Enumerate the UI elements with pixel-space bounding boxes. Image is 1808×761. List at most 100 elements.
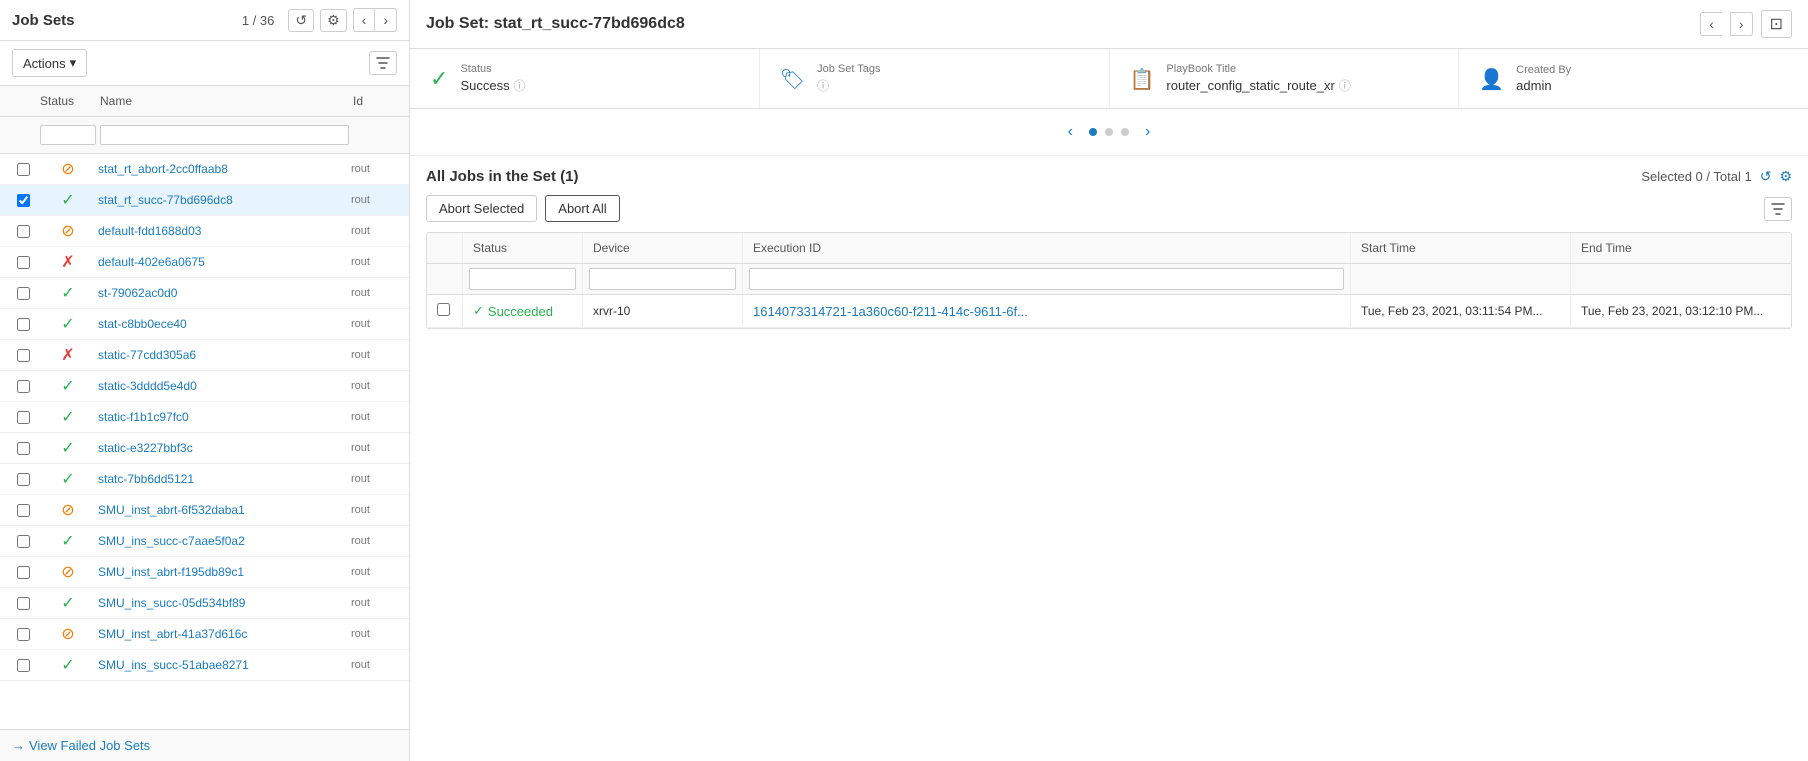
table-row[interactable]: ✓ SMU_ins_succ-51abae8271 rout xyxy=(0,650,409,681)
detail-card-1: 🏷 Job Set Tags ⓘ xyxy=(760,49,1110,108)
status-aborted-icon: ⊘ xyxy=(61,221,74,241)
status-success-icon: ✓ xyxy=(61,655,74,675)
abort-all-button[interactable]: Abort All xyxy=(545,195,619,222)
right-nav-prev[interactable]: ‹ xyxy=(1700,12,1722,36)
row-checkbox[interactable] xyxy=(17,535,30,548)
table-row[interactable]: ✓ statc-7bb6dd5121 rout xyxy=(0,464,409,495)
jobs-title: All Jobs in the Set (1) xyxy=(426,168,579,185)
table-header: Status Name Id xyxy=(0,86,409,117)
jobs-row-status: ✓ Succeeded xyxy=(463,295,583,327)
jobs-row-checkbox[interactable] xyxy=(437,303,450,316)
row-id: rout xyxy=(351,535,401,547)
status-success-icon: ✓ xyxy=(61,407,74,427)
row-checkbox[interactable] xyxy=(17,256,30,269)
jobs-data-body: ✓ Succeeded xrvr-10 1614073314721-1a360c… xyxy=(427,295,1791,328)
info-icon[interactable]: ⓘ xyxy=(514,77,526,94)
row-id: rout xyxy=(351,659,401,671)
table-row[interactable]: ✓ static-f1b1c97fc0 rout xyxy=(0,402,409,433)
row-name: stat_rt_succ-77bd696dc8 xyxy=(98,193,351,207)
detail-card-0: ✓ Status Successⓘ xyxy=(410,49,760,108)
jobs-device-filter[interactable] xyxy=(589,268,736,290)
jobs-execid-filter[interactable] xyxy=(749,268,1344,290)
info-icon[interactable]: ⓘ xyxy=(817,77,829,94)
right-header: Job Set: stat_rt_succ-77bd696dc8 ‹ › ⊡ xyxy=(410,0,1808,49)
row-name: statc-7bb6dd5121 xyxy=(98,472,351,486)
row-id: rout xyxy=(351,256,401,268)
table-row[interactable]: ⊘ SMU_inst_abrt-41a37d616c rout xyxy=(0,619,409,650)
status-success-icon: ✓ xyxy=(61,593,74,613)
row-checkbox[interactable] xyxy=(17,225,30,238)
actions-button[interactable]: Actions ▾ xyxy=(12,49,87,77)
jobs-refresh-button[interactable]: ↺ xyxy=(1760,168,1772,185)
jobs-col-header-5: End Time xyxy=(1571,233,1791,263)
actions-label: Actions xyxy=(23,56,66,71)
jobs-data-row-0[interactable]: ✓ Succeeded xrvr-10 1614073314721-1a360c… xyxy=(427,295,1791,328)
info-icon[interactable]: ⓘ xyxy=(1339,77,1351,94)
filter-button[interactable] xyxy=(369,51,397,75)
more-options-button[interactable]: ⊡ xyxy=(1761,10,1792,38)
table-row[interactable]: ✓ stat_rt_succ-77bd696dc8 rout xyxy=(0,185,409,216)
jobs-row-starttime: Tue, Feb 23, 2021, 03:11:54 PM... xyxy=(1351,296,1571,326)
nav-prev-button[interactable]: ‹ xyxy=(353,8,375,32)
table-row[interactable]: ✓ st-79062ac0d0 rout xyxy=(0,278,409,309)
actions-dropdown-icon: ▾ xyxy=(70,55,77,71)
table-row[interactable]: ⊘ default-fdd1688d03 rout xyxy=(0,216,409,247)
settings-button[interactable]: ⚙ xyxy=(320,9,347,32)
table-row[interactable]: ✓ SMU_ins_succ-c7aae5f0a2 rout xyxy=(0,526,409,557)
row-checkbox[interactable] xyxy=(17,473,30,486)
table-row[interactable]: ✓ stat-c8bb0ece40 rout xyxy=(0,309,409,340)
app-container: Job Sets 1 / 36 ↺ ⚙ ‹ › Actions ▾ xyxy=(0,0,1808,761)
row-name: static-f1b1c97fc0 xyxy=(98,410,351,424)
tag-icon: 🏷 xyxy=(780,69,805,91)
execution-id-link[interactable]: 1614073314721-1a360c60-f211-414c-9611-6f… xyxy=(753,304,1028,319)
row-checkbox[interactable] xyxy=(17,504,30,517)
table-row[interactable]: ⊘ SMU_inst_abrt-6f532daba1 rout xyxy=(0,495,409,526)
row-checkbox[interactable] xyxy=(17,659,30,672)
col-header-checkbox xyxy=(8,90,38,112)
row-id: rout xyxy=(351,225,401,237)
row-name: st-79062ac0d0 xyxy=(98,286,351,300)
row-checkbox[interactable] xyxy=(17,163,30,176)
refresh-button[interactable]: ↺ xyxy=(288,9,314,32)
card-label-3: Created By xyxy=(1516,64,1571,76)
row-checkbox[interactable] xyxy=(17,628,30,641)
card-content-3: Created By admin xyxy=(1516,64,1571,93)
jobs-settings-button[interactable]: ⚙ xyxy=(1779,168,1792,185)
nav-next-button[interactable]: › xyxy=(374,8,397,32)
table-row[interactable]: ✓ static-e3227bbf3c rout xyxy=(0,433,409,464)
table-row[interactable]: ✗ static-77cdd305a6 rout xyxy=(0,340,409,371)
row-checkbox[interactable] xyxy=(17,380,30,393)
row-checkbox[interactable] xyxy=(17,194,30,207)
table-row[interactable]: ⊘ SMU_inst_abrt-f195db89c1 rout xyxy=(0,557,409,588)
row-checkbox[interactable] xyxy=(17,411,30,424)
jobs-meta: Selected 0 / Total 1 ↺ ⚙ xyxy=(1641,168,1792,185)
carousel-prev[interactable]: ‹ xyxy=(1060,119,1081,145)
status-success-icon: ✓ xyxy=(61,531,74,551)
row-id: rout xyxy=(351,597,401,609)
jobs-status-filter[interactable] xyxy=(469,268,576,290)
right-nav-next[interactable]: › xyxy=(1730,12,1753,36)
table-row[interactable]: ✗ default-402e6a0675 rout xyxy=(0,247,409,278)
status-filter-input[interactable] xyxy=(40,125,96,145)
card-content-0: Status Successⓘ xyxy=(460,63,525,94)
card-content-2: PlayBook Title router_config_static_rout… xyxy=(1166,63,1350,94)
jobs-col-header-4: Start Time xyxy=(1351,233,1571,263)
row-checkbox[interactable] xyxy=(17,318,30,331)
jobs-row-checkbox-cell xyxy=(427,295,463,327)
row-checkbox[interactable] xyxy=(17,349,30,362)
row-checkbox[interactable] xyxy=(17,442,30,455)
table-row[interactable]: ✓ static-3dddd5e4d0 rout xyxy=(0,371,409,402)
carousel-next[interactable]: › xyxy=(1137,119,1158,145)
right-panel-title: Job Set: stat_rt_succ-77bd696dc8 xyxy=(426,15,685,33)
status-aborted-icon: ⊘ xyxy=(61,159,74,179)
name-filter-input[interactable] xyxy=(100,125,349,145)
table-row[interactable]: ✓ SMU_ins_succ-05d534bf89 rout xyxy=(0,588,409,619)
row-checkbox[interactable] xyxy=(17,597,30,610)
left-table-body: ⊘ stat_rt_abort-2cc0ffaab8 rout ✓ stat_r… xyxy=(0,154,409,729)
view-failed-link[interactable]: → View Failed Job Sets xyxy=(12,738,397,753)
row-checkbox[interactable] xyxy=(17,287,30,300)
row-checkbox[interactable] xyxy=(17,566,30,579)
table-row[interactable]: ⊘ stat_rt_abort-2cc0ffaab8 rout xyxy=(0,154,409,185)
jobs-filter-button[interactable] xyxy=(1764,197,1792,221)
abort-selected-button[interactable]: Abort Selected xyxy=(426,195,537,222)
